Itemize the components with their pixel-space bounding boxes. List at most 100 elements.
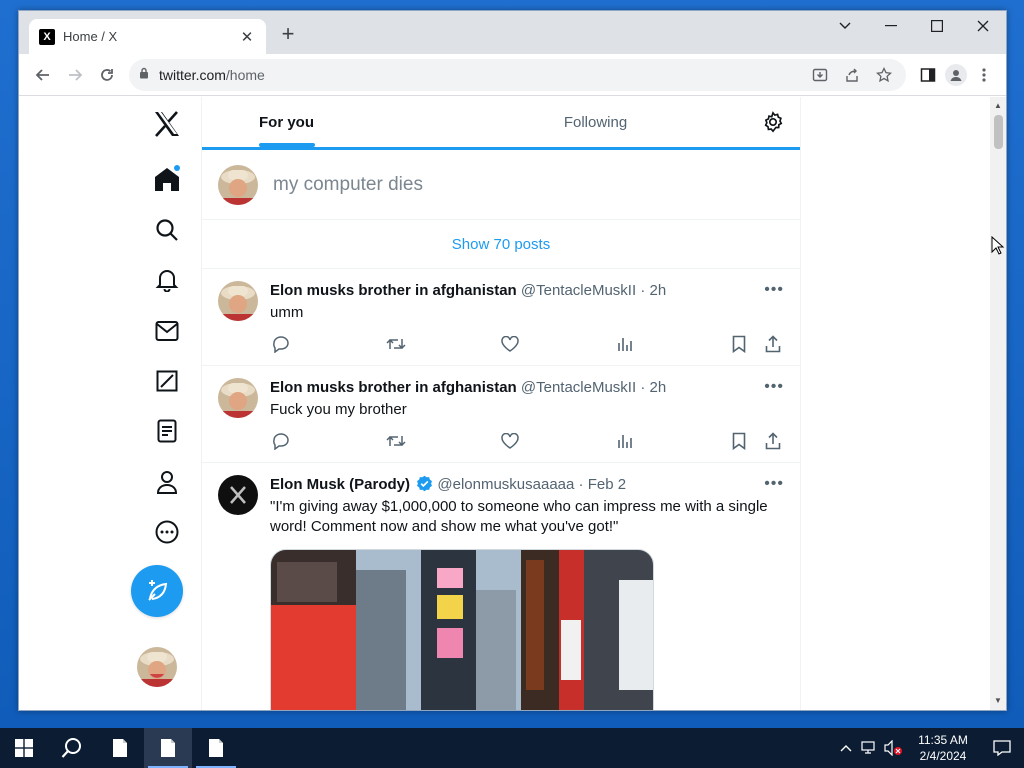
page-scrollbar[interactable]: ▲ ▼ bbox=[990, 97, 1006, 710]
tweet-avatar[interactable] bbox=[218, 378, 258, 418]
nav-home[interactable] bbox=[141, 159, 193, 199]
like-icon[interactable] bbox=[499, 333, 521, 355]
tweet-time[interactable]: 2h bbox=[650, 282, 667, 299]
close-window-button[interactable] bbox=[960, 11, 1006, 41]
author-handle[interactable]: @TentacleMuskII bbox=[521, 379, 636, 396]
window-controls bbox=[822, 11, 1006, 41]
side-panel-icon[interactable] bbox=[914, 61, 942, 89]
taskbar-app-3[interactable] bbox=[192, 728, 240, 768]
tweet-header: Elon musks brother in afghanistan @Tenta… bbox=[270, 282, 667, 299]
tweet[interactable]: Elon musks brother in afghanistan @Tenta… bbox=[202, 366, 800, 463]
composer-avatar bbox=[218, 164, 258, 205]
start-button[interactable] bbox=[0, 728, 48, 768]
taskbar-clock[interactable]: 11:35 AM 2/4/2024 bbox=[906, 732, 980, 764]
views-icon[interactable] bbox=[614, 430, 636, 452]
volume-muted-icon[interactable] bbox=[882, 728, 906, 768]
views-icon[interactable] bbox=[614, 333, 636, 355]
gear-icon bbox=[764, 111, 783, 133]
scroll-down-arrow-icon[interactable]: ▼ bbox=[990, 694, 1006, 708]
author-handle[interactable]: @elonmuskusaaaaa bbox=[437, 476, 574, 493]
install-app-icon[interactable] bbox=[806, 61, 834, 89]
nav-lists[interactable] bbox=[141, 411, 193, 451]
tweet-header: Elon musks brother in afghanistan @Tenta… bbox=[270, 379, 667, 396]
tab-following[interactable]: Following bbox=[441, 97, 750, 147]
tab-title: Home / X bbox=[63, 29, 118, 44]
tweet-actions bbox=[270, 420, 784, 462]
document-icon bbox=[113, 739, 127, 757]
tab-home[interactable]: X Home / X ✕ bbox=[29, 19, 266, 54]
mouse-cursor-icon bbox=[991, 236, 1005, 255]
tweet-avatar[interactable] bbox=[218, 475, 258, 515]
tab-close-icon[interactable]: ✕ bbox=[238, 28, 256, 46]
nav-notifications[interactable] bbox=[141, 260, 193, 300]
nav-profile[interactable] bbox=[141, 462, 193, 502]
reply-icon[interactable] bbox=[270, 333, 292, 355]
address-bar[interactable]: twitter.com/home bbox=[129, 58, 906, 91]
minimize-button[interactable] bbox=[868, 11, 914, 41]
share-icon[interactable] bbox=[762, 430, 784, 452]
author-name[interactable]: Elon musks brother in afghanistan bbox=[270, 379, 517, 396]
bookmark-star-icon[interactable] bbox=[870, 61, 898, 89]
author-handle[interactable]: @TentacleMuskII bbox=[521, 282, 636, 299]
show-posts-button[interactable]: Show 70 posts bbox=[202, 220, 800, 269]
tray-chevron-up-icon[interactable] bbox=[834, 728, 858, 768]
notification-dot bbox=[174, 165, 180, 171]
tab-search-icon[interactable] bbox=[822, 11, 868, 41]
nav-explore[interactable] bbox=[141, 210, 193, 250]
taskbar-app-2[interactable] bbox=[144, 728, 192, 768]
search-icon bbox=[156, 219, 178, 241]
tweet-more-icon[interactable]: ••• bbox=[764, 281, 784, 299]
taskbar-search-button[interactable] bbox=[48, 728, 96, 768]
timeline-settings-button[interactable] bbox=[762, 111, 786, 135]
post-button[interactable] bbox=[131, 565, 183, 617]
tweet-more-icon[interactable]: ••• bbox=[764, 378, 784, 396]
nav-messages[interactable] bbox=[141, 311, 193, 351]
nav-grok[interactable] bbox=[141, 361, 193, 401]
tweet-time[interactable]: Feb 2 bbox=[588, 476, 626, 493]
share-icon[interactable] bbox=[762, 333, 784, 355]
tweet[interactable]: Elon Musk (Parody) @elonmuskusaaaaa · Fe… bbox=[202, 463, 800, 710]
tweet-avatar[interactable] bbox=[218, 281, 258, 321]
compose-input[interactable] bbox=[273, 173, 753, 196]
author-name[interactable]: Elon musks brother in afghanistan bbox=[270, 282, 517, 299]
account-avatar[interactable] bbox=[137, 647, 177, 687]
maximize-button[interactable] bbox=[914, 11, 960, 41]
tab-for-you[interactable]: For you bbox=[132, 97, 441, 147]
retweet-icon[interactable] bbox=[385, 333, 407, 355]
action-center-button[interactable] bbox=[980, 728, 1024, 768]
nav-more[interactable] bbox=[141, 512, 193, 552]
like-icon[interactable] bbox=[499, 430, 521, 452]
taskbar: 11:35 AM 2/4/2024 bbox=[0, 728, 1024, 768]
tweet-text: umm bbox=[270, 304, 304, 321]
profile-icon[interactable] bbox=[942, 61, 970, 89]
lists-icon bbox=[157, 419, 177, 443]
browser-window: X Home / X ✕ + twitter.com/home For you … bbox=[18, 10, 1007, 711]
lock-icon[interactable] bbox=[139, 66, 149, 84]
tweet[interactable]: Elon musks brother in afghanistan @Tenta… bbox=[202, 269, 800, 366]
tweet-text: "I'm giving away $1,000,000 to someone w… bbox=[270, 498, 768, 535]
bookmark-icon[interactable] bbox=[728, 333, 750, 355]
scroll-thumb[interactable] bbox=[994, 115, 1003, 149]
back-button[interactable] bbox=[27, 59, 59, 91]
scroll-up-arrow-icon[interactable]: ▲ bbox=[990, 99, 1006, 113]
twitter-page: For you Following Show 70 posts bbox=[19, 97, 1006, 710]
system-tray: 11:35 AM 2/4/2024 bbox=[834, 728, 1024, 768]
menu-kebab-icon[interactable] bbox=[970, 61, 998, 89]
tweet-more-icon[interactable]: ••• bbox=[764, 475, 784, 493]
tweet-media-image[interactable] bbox=[270, 549, 654, 710]
search-icon bbox=[61, 738, 81, 758]
author-name[interactable]: Elon Musk (Parody) bbox=[270, 476, 410, 493]
taskbar-app-1[interactable] bbox=[96, 728, 144, 768]
more-icon bbox=[155, 520, 179, 544]
mail-icon bbox=[155, 321, 179, 341]
retweet-icon[interactable] bbox=[385, 430, 407, 452]
reload-button[interactable] bbox=[91, 59, 123, 91]
document-icon bbox=[209, 739, 223, 757]
share-page-icon[interactable] bbox=[838, 61, 866, 89]
new-tab-button[interactable]: + bbox=[277, 23, 299, 45]
network-icon[interactable] bbox=[858, 728, 882, 768]
bookmark-icon[interactable] bbox=[728, 430, 750, 452]
reply-icon[interactable] bbox=[270, 430, 292, 452]
tweet-time[interactable]: 2h bbox=[650, 379, 667, 396]
forward-button[interactable] bbox=[59, 59, 91, 91]
